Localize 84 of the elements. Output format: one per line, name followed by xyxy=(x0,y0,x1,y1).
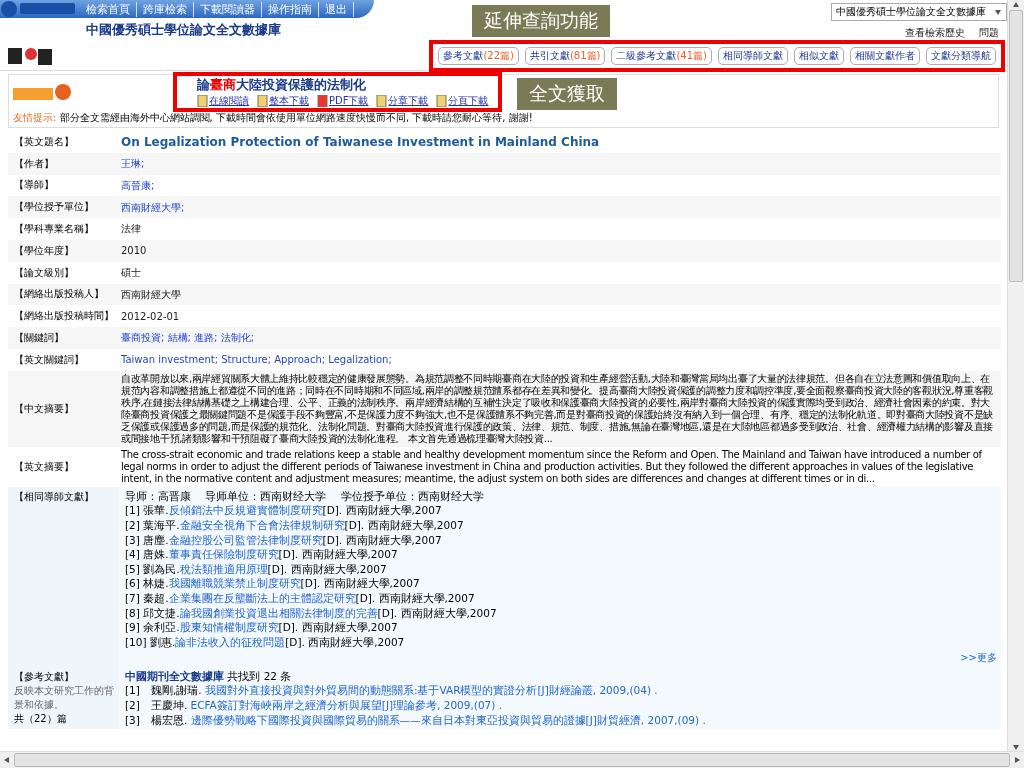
history-link[interactable]: 查看檢索歷史 xyxy=(905,26,965,40)
section-description: 反映本文研究工作的背景和依據。 xyxy=(14,683,115,712)
field-label: 【中文摘要】 xyxy=(13,401,75,416)
extension-tab[interactable]: 參考文獻(22篇) xyxy=(438,47,519,65)
field-label: 【論文級別】 xyxy=(13,265,75,280)
document-icon xyxy=(317,95,328,107)
field-value: 法律 xyxy=(120,222,142,237)
article-title: 論臺商大陸投資保護的法制化 xyxy=(197,76,367,94)
scrollbar-thumb[interactable] xyxy=(14,753,1010,767)
document-icon xyxy=(376,95,388,107)
abstract-text: 自改革開放以來,兩岸經貿關系大體上維持比較穩定的健康發展態勢。為規范調整不同時期臺商在大陸的投資和生產經營活動,大陸和臺灣當局均出臺了大量的法律規范。但各自在立法意圖和價值取向上、在規范內容和調整措施上都遵從不同的進路；同時在不同時期和不同區域,兩岸的調整規范體系都存在差異和變化。提高臺商大陸投資保護的調整力度和調控準度,要全面觀察臺商投資大陸的客觀狀況,尊重客觀秩序,在鏈接法律結構基礎之上構建合理、公平、正義的法制秩序。兩岸經濟結構的互補性決定了吸收和保護臺商大陸投資的必要性,兩岸對臺商大陸投資的保護實際均受到政治、經濟社會因素的約束。對大陸臺商投資保護之最關鍵問題不是保護手段不夠豐富,不是保護力度不夠強大,也不是保護體系不夠完善,而是對臺商投資的保護始終沒有納入到一個合理、有序、穩定的法制化軌道。即對臺商大陸投資不是缺乏保護或保護過多的問題,而是保護的規范化、法制化問題。對臺商大陸投資進行保護的政策、法律、規范、制度、措施,無論在臺灣地區,還是在大陸地區都過多受到政治、社會、經濟權力結構的影響及直接或間接地干預,諸類影響和干預阻礙了臺商大陸投資的法制化進程。 本文首先通過梳理臺灣大陸投資... xyxy=(120,371,994,446)
extension-tab[interactable]: 文獻分類導航 xyxy=(926,47,996,65)
download-link[interactable]: 分章下載 xyxy=(376,94,429,108)
field-value[interactable]: 臺商投資; 結構; 進路; 法制化; xyxy=(119,330,1001,346)
reference-entry: [5] 劉為民.稅法類推適用原理[D]. 西南財經大學,2007 xyxy=(125,561,388,577)
nav-link[interactable]: 檢索首頁 xyxy=(80,1,137,17)
download-link[interactable]: 在線閱讀 xyxy=(197,94,249,108)
supervisor-info: 导师：高晋康 导师单位：西南财经大学 学位授予单位：西南财经大学 xyxy=(125,488,485,504)
field-value[interactable]: 西南財經大學; xyxy=(119,199,1001,216)
reference-entry: [7] 秦超.企業集團在反壟斷法上的主體認定研究[D]. 西南財經大學,2007 xyxy=(125,590,476,606)
extension-tab[interactable]: 二級參考文獻(41篇) xyxy=(611,47,712,65)
logo-icon xyxy=(13,82,73,102)
field-label: 【學位授予單位】 xyxy=(13,200,95,215)
scroll-left-icon[interactable] xyxy=(2,756,10,764)
logo-icon xyxy=(8,46,54,66)
reference-entry: [4] 唐姝.董事責任保險制度研究[D]. 西南財經大學,2007 xyxy=(125,547,399,562)
nav-link[interactable]: 下載閱讀器 xyxy=(194,1,262,17)
field-value: 碩士 xyxy=(120,265,142,280)
field-value: On Legalization Protection of Taiwanese Investment in Mainland China xyxy=(120,133,601,151)
tip-text: 友情提示: 部分全文需經由海外中心網站調閱, 下載時間會依使用單位網路速度快慢而不同, 下載時請您耐心等待, 謝謝! xyxy=(12,111,534,125)
download-link[interactable]: PDF下載 xyxy=(317,94,369,108)
field-value: 2012-02-01 xyxy=(120,309,181,324)
annotation-label: 延伸查詢功能 xyxy=(472,5,610,37)
reference-entry: [6] 林婕.我國離職競業禁止制度研究[D]. 西南財經大學,2007 xyxy=(125,576,421,591)
scrollbar-thumb[interactable] xyxy=(1009,10,1023,282)
download-link[interactable]: 分頁下載 xyxy=(436,94,489,108)
scroll-right-icon[interactable] xyxy=(1014,756,1022,764)
field-label: 【作者】 xyxy=(13,156,55,171)
reference-entry: [10] 劉惠.論非法收入的征稅問題[D]. 西南財經大學,2007 xyxy=(125,634,406,650)
nav-link[interactable]: 跨庫檢索 xyxy=(137,1,194,17)
field-value[interactable]: 高晉康; xyxy=(119,177,1001,194)
database-select[interactable]: 中國優秀碩士學位論文全文數據庫 xyxy=(831,3,1007,21)
field-value: 2010 xyxy=(120,244,148,259)
reference-entry: [2] 王慶坤. ECFA簽訂對海峽兩岸之經濟分析與展望[J]理論參考, 2009,(07) . xyxy=(125,697,504,713)
download-link[interactable]: 整本下載 xyxy=(257,94,309,108)
section-label: 【相同導師文獻】 xyxy=(13,489,95,504)
dropdown-icon[interactable] xyxy=(994,8,1002,16)
field-label: 【網絡出版投稿人】 xyxy=(13,287,105,302)
extension-tab[interactable]: 相似文獻 xyxy=(794,47,844,65)
field-label: 【學科專業名稱】 xyxy=(13,222,95,237)
section-label: 【參考文獻】 xyxy=(14,669,75,684)
field-label: 【關鍵詞】 xyxy=(13,331,65,346)
field-label: 【英文關鍵詞】 xyxy=(13,352,85,367)
document-icon xyxy=(257,95,268,107)
abstract-text: The cross-strait economic and trade relations keep a stable and healthy development momentum since the Reform and Open. The Mainland and Taiwan have introduced a number of legal norms in order to adjust the different periods of Taiwanese investment in China and production activities. But they followed the different approaches in values of the legislative intent, in the normative content and adjustment measures; meantime, the adjust system on both sides are differences and changes at different times or in di... xyxy=(120,447,984,486)
reference-entry: [3] 唐塵.金融控股公司監管法律制度研究[D]. 西南財經大學,2007 xyxy=(125,532,443,548)
more-link[interactable]: >>更多 xyxy=(960,650,997,665)
field-value: 西南財經大學 xyxy=(120,287,182,302)
nav-link[interactable]: 操作指南 xyxy=(262,1,319,17)
field-label: 【學位年度】 xyxy=(13,243,75,258)
nav-link[interactable]: 退出 xyxy=(319,1,354,17)
reference-entry: [9] 余利亞.股東知情權制度研究[D]. 西南財經大學,2007 xyxy=(125,620,399,635)
annotation-label: 全文獲取 xyxy=(517,78,617,110)
field-value[interactable]: 王琳; xyxy=(119,155,1001,172)
database-title: 中國優秀碩士學位論文全文數據庫 xyxy=(85,21,282,39)
reference-entry: [2] 葉海平.金融安全視角下合會法律規制研究[D]. 西南財經大學,2007 xyxy=(125,517,465,533)
reference-entry: [1] 張華.反傾銷法中反規避實體制度研究[D]. 西南財經大學,2007 xyxy=(125,503,443,518)
field-label: 【網絡出版投稿時間】 xyxy=(13,309,115,324)
extension-tab[interactable]: 相關文獻作者 xyxy=(850,47,920,65)
database-heading: 中國期刊全文數據庫 共找到 22 条 xyxy=(125,668,293,684)
field-label: 【英文題名】 xyxy=(13,134,75,149)
field-label: 【英文摘要】 xyxy=(13,459,75,474)
extension-tab[interactable]: 相同導師文獻 xyxy=(718,47,788,65)
scroll-up-icon[interactable] xyxy=(1012,0,1020,8)
document-icon xyxy=(436,95,448,107)
reference-entry: [8] 邱文捷.論我國創業投資退出相關法律制度的完善[D]. 西南財經大學,2007 xyxy=(125,605,498,621)
help-link[interactable]: 問題 xyxy=(979,26,999,40)
extension-tab[interactable]: 共引文獻(81篇) xyxy=(524,47,606,65)
reference-entry: [3] 楊宏恩. 邊際優勢戰略下國際投資與國際貿易的關系——來自日本對東亞投資與貿易的證據[J]財貿經濟, 2007,(09) . xyxy=(125,712,707,728)
document-icon xyxy=(197,95,208,107)
field-value[interactable]: Taiwan investment; Structure; Approach; Legalization; xyxy=(119,352,1001,368)
field-label: 【導師】 xyxy=(13,178,55,193)
reference-entry: [1] 魏剛,謝瑞. 我國對外直接投資與對外貿易間的動態關系:基于VAR模型的實證分析[J]財經論叢, 2009,(04) . xyxy=(125,683,659,698)
reference-count: 共（22）篇 xyxy=(14,711,68,726)
